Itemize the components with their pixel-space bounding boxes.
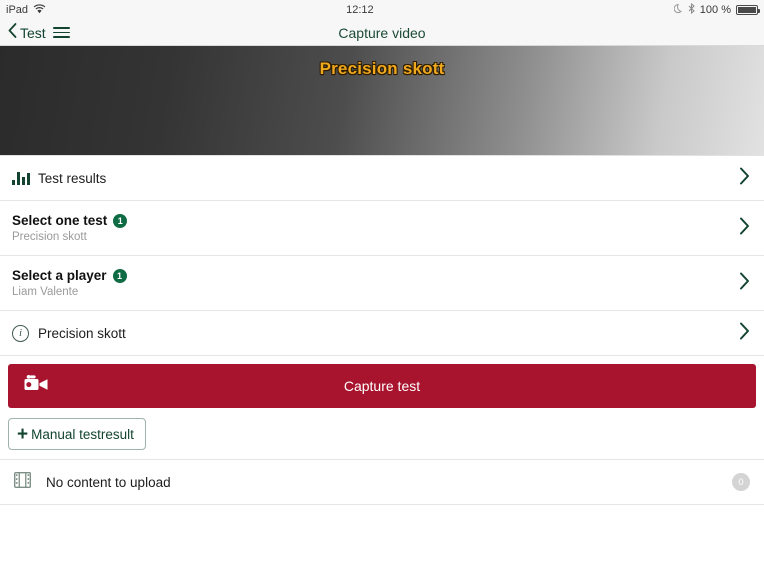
chevron-left-icon: [8, 22, 17, 43]
battery-full-icon: [736, 5, 760, 15]
row-body: Select a player 1 Liam Valente: [12, 268, 731, 298]
status-bar-right: 100 %: [673, 2, 760, 17]
row-body: No content to upload: [46, 475, 732, 490]
sidebar-item-test-results[interactable]: Test results: [0, 156, 764, 201]
nav-left-group: Test: [8, 22, 70, 43]
ios-status-bar: iPad 12:12 100 %: [0, 0, 764, 20]
chevron-right-icon: [739, 217, 750, 240]
status-bar-left: iPad: [6, 3, 46, 17]
upload-section: No content to upload 0: [0, 459, 764, 505]
status-badge: 1: [112, 268, 127, 283]
chevron-right-icon: [739, 167, 750, 190]
manual-testresult-label: Manual testresult: [31, 426, 134, 442]
upload-row[interactable]: No content to upload 0: [0, 460, 764, 505]
row-title: Select one test: [12, 213, 108, 228]
wifi-icon: [33, 3, 46, 17]
capture-test-label: Capture test: [343, 378, 421, 394]
capture-test-button[interactable]: Capture test: [8, 364, 756, 408]
bar-chart-icon: [12, 171, 38, 185]
device-name-label: iPad: [6, 4, 29, 16]
status-badge: 1: [113, 213, 128, 228]
capture-button-container: Capture test: [0, 356, 764, 408]
upload-count-badge: 0: [732, 473, 750, 491]
back-button-label: Test: [20, 24, 46, 41]
row-subtitle: Liam Valente: [12, 286, 79, 298]
battery-percent-label: 100 %: [699, 4, 731, 16]
do-not-disturb-moon-icon: [673, 3, 683, 17]
hero-banner: Precision skott: [0, 46, 764, 156]
upload-status-label: No content to upload: [46, 474, 171, 490]
row-body: Test results: [38, 171, 731, 186]
film-strip-icon: [13, 471, 40, 493]
bluetooth-icon: [688, 2, 695, 17]
app-root: iPad 12:12 100 % Test Capture video Prec…: [0, 0, 764, 573]
hero-title: Precision skott: [319, 59, 445, 78]
row-subtitle: Precision skott: [12, 231, 87, 243]
row-body: Select one test 1 Precision skott: [12, 213, 731, 243]
sidebar-item-select-a-player[interactable]: Select a player 1 Liam Valente: [0, 256, 764, 311]
row-title: Test results: [38, 170, 107, 186]
page-title: Capture video: [338, 24, 426, 41]
manual-button-container: + Manual testresult: [0, 408, 764, 459]
back-button[interactable]: Test: [8, 22, 46, 43]
navigation-bar: Test Capture video: [0, 20, 764, 46]
status-bar-clock: 12:12: [346, 4, 374, 16]
row-title: Select a player: [12, 268, 107, 283]
video-camera-icon: [24, 375, 49, 397]
options-list: Test results Select one test 1 Precision…: [0, 156, 764, 356]
plus-icon: +: [17, 423, 29, 445]
sidebar-item-select-one-test[interactable]: Select one test 1 Precision skott: [0, 201, 764, 256]
row-body: Precision skott: [38, 326, 731, 341]
manual-testresult-button[interactable]: + Manual testresult: [8, 418, 146, 450]
hamburger-menu-icon[interactable]: [52, 27, 70, 38]
row-title: Precision skott: [38, 325, 126, 341]
chevron-right-icon: [739, 272, 750, 295]
sidebar-item-test-info[interactable]: i Precision skott: [0, 311, 764, 356]
chevron-right-icon: [739, 322, 750, 345]
info-circle-icon: i: [12, 324, 38, 342]
